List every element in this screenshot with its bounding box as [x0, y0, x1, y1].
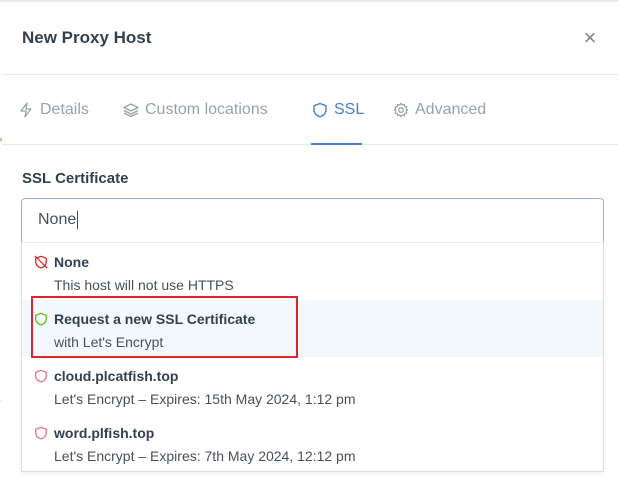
option-certificate-cloud[interactable]: cloud.plcatfish.top Let's Encrypt – Expi…	[22, 357, 603, 414]
modal-title: New Proxy Host	[22, 28, 152, 47]
annotation-highlight-box	[31, 296, 298, 358]
shield-icon	[35, 369, 47, 383]
option-certificate-word[interactable]: word.plfish.top Let's Encrypt – Expires:…	[22, 414, 603, 471]
active-tab-indicator	[311, 143, 362, 145]
option-none[interactable]: None This host will not use HTTPS	[22, 243, 603, 300]
shield-icon	[313, 102, 327, 118]
option-subtitle: This host will not use HTTPS	[54, 277, 234, 293]
tab-ssl[interactable]: SSL	[312, 99, 364, 121]
option-title: None	[54, 254, 89, 270]
ssl-certificate-select[interactable]: None	[21, 198, 604, 242]
tab-details[interactable]: Details	[18, 99, 89, 121]
tab-ssl-label: SSL	[334, 101, 365, 118]
selected-value: None	[38, 211, 77, 229]
gear-icon	[393, 102, 409, 118]
modal-tabs: Details Custom locations SSL Advanced	[2, 74, 618, 145]
proxy-host-modal: New Proxy Host × Details Custom location…	[2, 2, 618, 487]
modal-header: New Proxy Host ×	[2, 2, 618, 75]
option-title: cloud.plcatfish.top	[54, 368, 179, 384]
option-title: word.plfish.top	[54, 425, 155, 441]
ssl-certificate-label: SSL Certificate	[22, 170, 129, 187]
layers-icon	[123, 103, 139, 118]
bolt-icon	[20, 102, 32, 118]
shield-icon	[35, 426, 47, 440]
tab-custom-locations[interactable]: Custom locations	[123, 99, 268, 121]
option-subtitle: Let's Encrypt – Expires: 15th May 2024, …	[54, 391, 356, 407]
tab-advanced-label: Advanced	[415, 101, 487, 118]
ssl-certificate-input[interactable]: None	[38, 211, 79, 229]
text-caret	[77, 211, 79, 229]
tab-advanced[interactable]: Advanced	[393, 99, 486, 121]
tab-details-label: Details	[40, 101, 89, 118]
tab-custom-locations-label: Custom locations	[145, 101, 268, 118]
close-icon[interactable]: ×	[580, 27, 600, 49]
option-subtitle: Let's Encrypt – Expires: 7th May 2024, 1…	[54, 448, 356, 464]
shield-off-icon	[34, 255, 48, 269]
